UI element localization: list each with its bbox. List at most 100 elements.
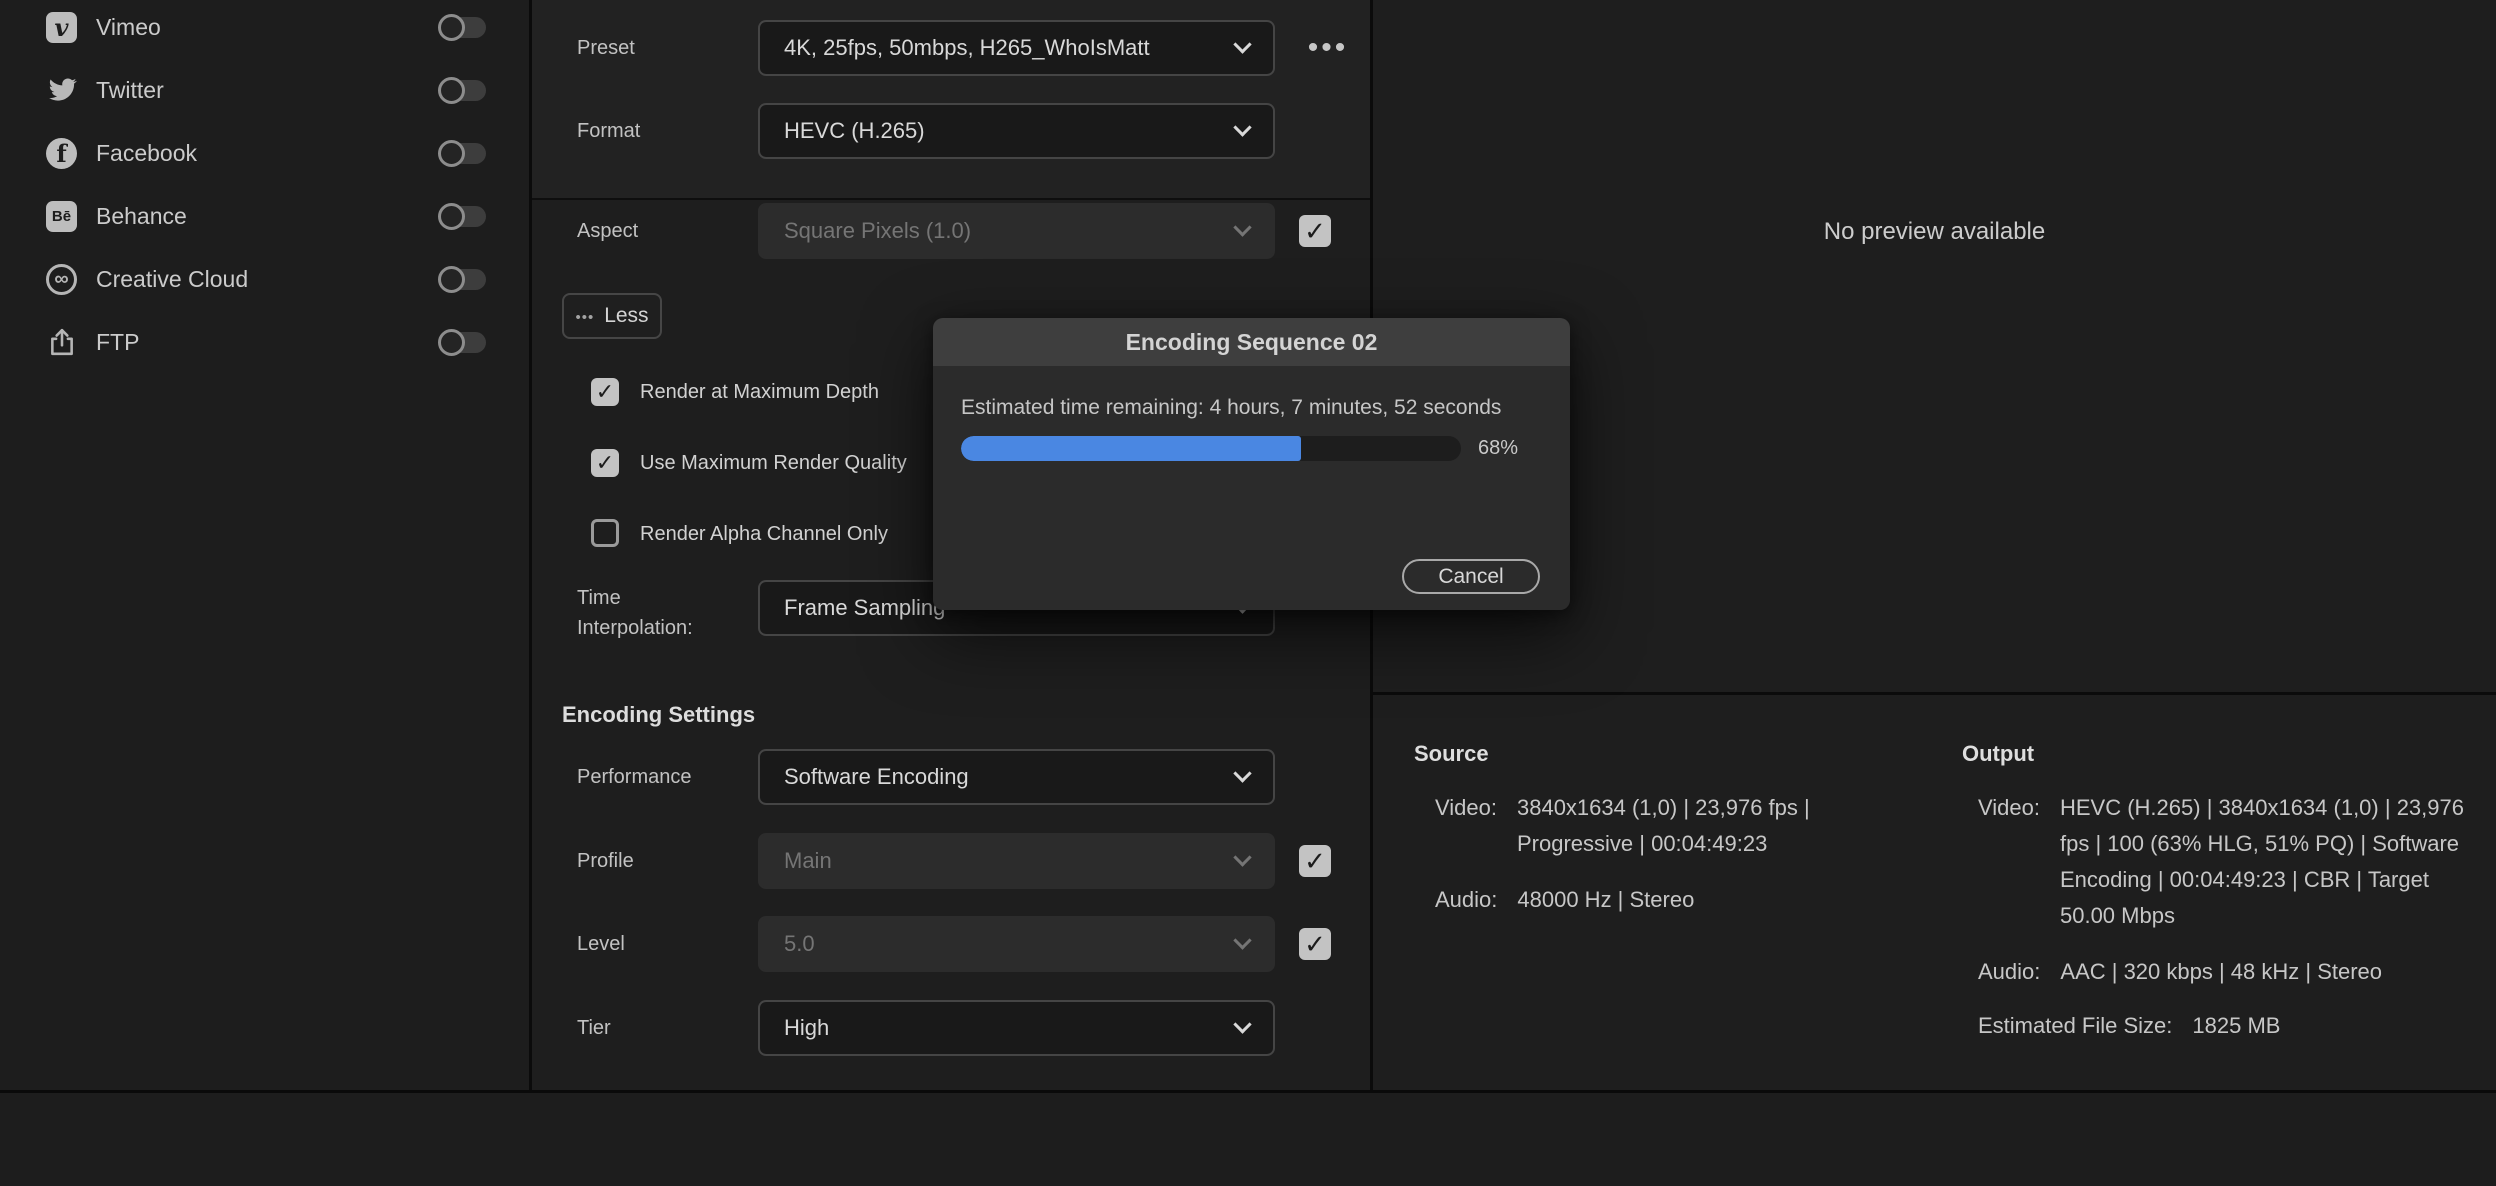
estimated-time-remaining: Estimated time remaining: 4 hours, 7 min… [961, 396, 1502, 419]
dialog-title: Encoding Sequence 02 [933, 318, 1570, 366]
aspect-dropdown: Square Pixels (1.0) [758, 203, 1275, 259]
source-audio-row: Audio: 48000 Hz | Stereo [1435, 882, 1694, 918]
level-label: Level [577, 933, 625, 955]
less-button-label: Less [604, 304, 649, 327]
sidebar-item-label: Facebook [96, 139, 198, 166]
render-alpha-only-checkbox[interactable] [591, 519, 619, 547]
format-value: HEVC (H.265) [784, 118, 925, 143]
ftp-toggle[interactable] [438, 328, 486, 356]
aspect-label: Aspect [577, 220, 639, 242]
format-label: Format [577, 120, 641, 142]
sidebar-item-label: Behance [96, 202, 187, 229]
ftp-upload-icon [46, 327, 77, 358]
sidebar-item-ftp: FTP [0, 315, 529, 369]
facebook-icon: f [46, 137, 77, 169]
behance-icon: Bē [46, 200, 77, 232]
toggle-knob [438, 265, 465, 293]
dialog-body: Estimated time remaining: 4 hours, 7 min… [933, 366, 1570, 610]
level-dropdown: 5.0 [758, 916, 1275, 972]
toggle-knob [438, 202, 465, 230]
sidebar-item-vimeo: v Vimeo [0, 0, 529, 54]
output-video-label: Video: [1978, 795, 2040, 820]
source-video-row: Video: 3840x1634 (1,0) | 23,976 fps | Pro… [1435, 790, 1810, 862]
output-filesize-value: 1825 MB [2192, 1013, 2281, 1038]
tier-label: Tier [577, 1017, 611, 1039]
vimeo-toggle[interactable] [438, 13, 486, 41]
render-max-depth-checkbox[interactable] [591, 378, 619, 406]
footer-bar: Me Send to Media Encoder Export [0, 1090, 2496, 1186]
toggle-knob [438, 139, 465, 167]
level-value: 5.0 [784, 931, 815, 956]
sidebar-item-facebook: f Facebook [0, 126, 529, 180]
twitter-toggle[interactable] [438, 76, 486, 104]
output-video-value: HEVC (H.265) | 3840x1634 (1,0) | 23,976 f… [2059, 795, 2464, 928]
ellipsis-icon [575, 304, 594, 328]
use-max-render-quality-checkbox[interactable] [591, 449, 619, 477]
source-header: Source [1414, 741, 1489, 766]
creative-cloud-toggle[interactable] [438, 265, 486, 293]
format-dropdown[interactable]: HEVC (H.265) [758, 103, 1275, 159]
preset-dropdown[interactable]: 4K, 25fps, 50mbps, H265_WhoIsMatt [758, 20, 1275, 76]
less-button[interactable]: Less [562, 293, 662, 339]
chevron-down-icon [1233, 118, 1252, 137]
chevron-down-icon [1233, 931, 1252, 950]
source-video-value: 3840x1634 (1,0) | 23,976 fps | Progressiv… [1516, 795, 1810, 856]
no-preview-message: No preview available [1823, 218, 2046, 245]
export-window: v Vimeo Twitter f Facebook Bē Behance ∞ … [0, 0, 2496, 1186]
profile-checkbox[interactable] [1299, 845, 1331, 877]
encoding-progress-dialog: Encoding Sequence 02 Estimated time rema… [933, 318, 1570, 610]
preset-value: 4K, 25fps, 50mbps, H265_WhoIsMatt [784, 35, 1150, 60]
output-filesize-label: Estimated File Size: [1978, 1013, 2173, 1038]
vimeo-icon: v [46, 11, 77, 43]
preset-label: Preset [577, 37, 635, 59]
sidebar-item-label: Twitter [96, 76, 164, 103]
aspect-value: Square Pixels (1.0) [784, 218, 972, 243]
cancel-button[interactable]: Cancel [1402, 559, 1540, 594]
profile-value: Main [784, 848, 832, 873]
chevron-down-icon [1233, 848, 1252, 867]
behance-toggle[interactable] [438, 202, 486, 230]
creative-cloud-icon: ∞ [46, 263, 77, 295]
output-header: Output [1962, 741, 2035, 766]
chevron-down-icon [1233, 1015, 1252, 1034]
source-video-label: Video: [1435, 795, 1497, 820]
aspect-checkbox[interactable] [1299, 215, 1331, 247]
performance-label: Performance [577, 766, 692, 788]
render-max-depth-label: Render at Maximum Depth [640, 381, 879, 403]
progress-fill [961, 436, 1301, 461]
toggle-knob [438, 76, 465, 104]
sidebar-item-behance: Bē Behance [0, 189, 529, 243]
output-audio-value: AAC | 320 kbps | 48 kHz | Stereo [2060, 959, 2383, 984]
sidebar-item-twitter: Twitter [0, 63, 529, 117]
tier-dropdown[interactable]: High [758, 1000, 1275, 1056]
profile-dropdown: Main [758, 833, 1275, 889]
time-interpolation-label: Time Interpolation: [577, 587, 693, 639]
source-audio-label: Audio: [1435, 887, 1498, 912]
preset-more-options-button[interactable] [1296, 26, 1360, 70]
facebook-toggle[interactable] [438, 139, 486, 167]
sidebar-item-label: FTP [96, 328, 140, 355]
toggle-knob [438, 328, 465, 356]
sidebar-item-label: Vimeo [96, 13, 161, 40]
performance-dropdown[interactable]: Software Encoding [758, 749, 1275, 805]
twitter-icon [46, 75, 77, 106]
sidebar-item-creative-cloud: ∞ Creative Cloud [0, 252, 529, 306]
sidebar-item-label: Creative Cloud [96, 265, 249, 292]
summary-area: Source Video: 3840x1634 (1,0) | 23,976 f… [1373, 692, 2496, 1090]
encoding-settings-header: Encoding Settings [562, 702, 756, 727]
render-alpha-only-label: Render Alpha Channel Only [640, 523, 888, 545]
output-audio-label: Audio: [1978, 959, 2041, 984]
use-max-render-quality-label: Use Maximum Render Quality [640, 452, 907, 474]
progress-percent: 68% [1478, 437, 1519, 459]
profile-label: Profile [577, 850, 634, 872]
progress-bar [961, 436, 1461, 461]
performance-value: Software Encoding [784, 764, 969, 789]
toggle-knob [438, 13, 465, 41]
chevron-down-icon [1233, 764, 1252, 783]
output-filesize-row: Estimated File Size: 1825 MB [1978, 1008, 2280, 1044]
publish-sidebar: v Vimeo Twitter f Facebook Bē Behance ∞ … [0, 0, 529, 1090]
tier-value: High [784, 1015, 830, 1040]
output-audio-row: Audio: AAC | 320 kbps | 48 kHz | Stereo [1978, 954, 2382, 990]
level-checkbox[interactable] [1299, 928, 1331, 960]
chevron-down-icon [1233, 218, 1252, 237]
